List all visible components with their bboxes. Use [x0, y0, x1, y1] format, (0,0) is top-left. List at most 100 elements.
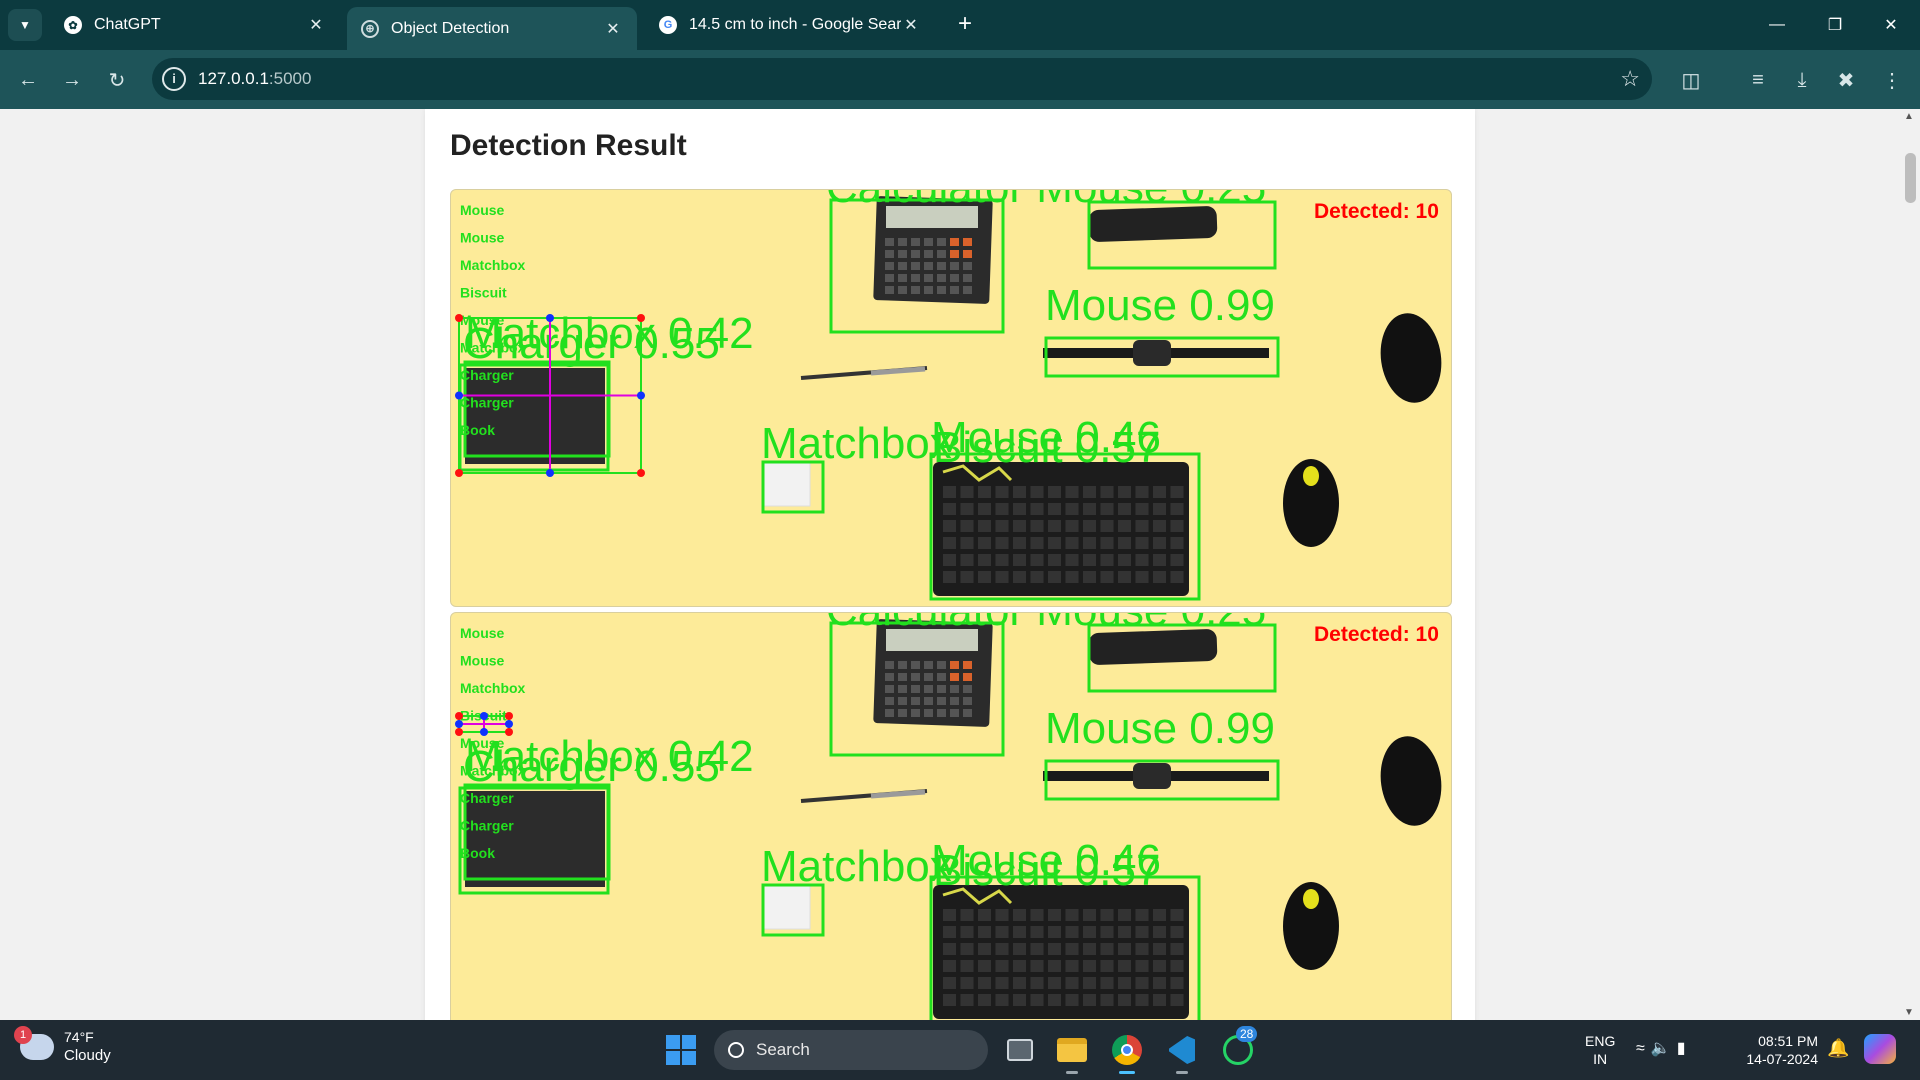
url-text[interactable]: 127.0.0.1:5000 [198, 69, 311, 89]
bookmark-star-icon[interactable]: ☆ [1620, 66, 1640, 92]
calculator-key [950, 250, 959, 258]
keyboard-key [978, 503, 991, 515]
keyboard-key [995, 909, 1009, 921]
profile-button[interactable]: ✖ [1830, 64, 1862, 96]
weather-widget[interactable]: 1 74°F Cloudy [14, 1026, 111, 1066]
whatsapp-button[interactable]: 28 [1218, 1026, 1258, 1070]
system-tray[interactable]: ≈🔈▮ [1636, 1038, 1692, 1058]
keyboard-key [1013, 909, 1026, 921]
keyboard-key [1135, 926, 1149, 938]
calculator-key [937, 262, 946, 270]
task-view-icon [1007, 1039, 1033, 1061]
start-button[interactable] [666, 1035, 696, 1065]
calculator-key [898, 286, 907, 294]
calculator-key [963, 709, 972, 717]
weather-condition: Cloudy [64, 1047, 111, 1064]
calculator-key [950, 274, 959, 282]
keyboard-key [1170, 571, 1184, 583]
keyboard-key [978, 960, 991, 972]
volume-icon[interactable]: 🔈 [1651, 1040, 1677, 1057]
resize-handle [637, 469, 645, 477]
minimize-button[interactable]: — [1748, 0, 1806, 50]
resize-handle [546, 469, 554, 477]
keyboard-key [1170, 943, 1184, 955]
calculator-key [924, 286, 933, 294]
resize-handle [455, 728, 463, 736]
tab-object-detection[interactable]: ⊕ Object Detection ✕ [347, 7, 637, 50]
keyboard-key [1065, 503, 1079, 515]
file-explorer-button[interactable] [1052, 1030, 1092, 1074]
keyboard-key [1065, 977, 1079, 989]
reload-button[interactable]: ↻ [101, 64, 133, 96]
class-list-item: Matchbox [460, 340, 526, 356]
media-controls-button[interactable]: ≡ [1742, 64, 1774, 96]
wifi-icon[interactable]: ≈ [1636, 1040, 1651, 1057]
tab-search-button[interactable]: ▼ [8, 9, 42, 41]
close-icon[interactable]: ✕ [603, 19, 623, 39]
keyboard-key [978, 926, 991, 938]
task-view-button[interactable] [1000, 1030, 1040, 1070]
tab-google-search[interactable]: G 14.5 cm to inch - Google Search ✕ [645, 8, 935, 42]
calculator-key [924, 709, 933, 717]
keyboard-key [1083, 909, 1096, 921]
keyboard-key [1030, 909, 1044, 921]
keyboard-key [1030, 520, 1044, 532]
site-info-icon[interactable]: i [162, 67, 186, 91]
page-scrollbar[interactable]: ▲ ▼ [1900, 109, 1920, 1020]
tab-title: Object Detection [391, 19, 510, 37]
calculator-key [885, 286, 894, 294]
mouse-object [1380, 313, 1442, 403]
keyboard-key [1083, 943, 1096, 955]
extensions-button[interactable]: ◫ [1675, 64, 1707, 96]
downloads-button[interactable]: ⤓ [1786, 64, 1818, 96]
keyboard-key [1100, 571, 1114, 583]
scroll-up-icon[interactable]: ▲ [1904, 111, 1914, 122]
battery-icon[interactable]: ▮ [1677, 1040, 1692, 1057]
back-button[interactable]: ← [12, 64, 44, 96]
copilot-icon[interactable] [1864, 1034, 1896, 1064]
vscode-button[interactable] [1162, 1030, 1202, 1074]
forward-button[interactable]: → [56, 64, 88, 96]
close-icon[interactable]: ✕ [901, 15, 921, 35]
calculator-key [963, 661, 972, 669]
close-icon[interactable]: ✕ [306, 15, 326, 35]
url-port: :5000 [268, 69, 312, 88]
keyboard-key [1170, 926, 1184, 938]
keyboard-key [995, 960, 1009, 972]
region-code: IN [1593, 1051, 1608, 1067]
keyboard-key [1118, 503, 1131, 515]
tab-chatgpt[interactable]: ✿ ChatGPT ✕ [50, 8, 340, 42]
keyboard-key [995, 503, 1009, 515]
cloud-icon: 1 [14, 1026, 54, 1060]
keyboard-key [1135, 994, 1149, 1006]
chrome-button[interactable] [1107, 1030, 1147, 1074]
input-language[interactable]: ENG IN [1585, 1032, 1615, 1068]
address-bar[interactable]: i 127.0.0.1:5000 ☆ [152, 58, 1652, 100]
restore-button[interactable]: ❐ [1806, 0, 1864, 50]
keyboard-key [943, 943, 956, 955]
keyboard-key [1013, 503, 1026, 515]
class-list-item: Mouse [460, 202, 505, 218]
close-window-button[interactable]: ✕ [1862, 0, 1920, 50]
calculator-key [885, 274, 894, 282]
calculator-key [924, 685, 933, 693]
class-list-item: Matchbox [460, 763, 526, 779]
new-tab-button[interactable]: + [950, 10, 980, 40]
resize-handle [637, 391, 645, 400]
keyboard-key [1065, 571, 1079, 583]
scroll-down-icon[interactable]: ▼ [1904, 1007, 1914, 1018]
calculator-key [885, 238, 894, 246]
class-list-item: Biscuit [460, 285, 507, 301]
page-title: Detection Result [450, 129, 687, 162]
keyboard-key [943, 977, 956, 989]
taskbar-search[interactable]: Search [714, 1030, 988, 1070]
clock[interactable]: 08:51 PM 14-07-2024 [1738, 1032, 1818, 1068]
notifications-bell-icon[interactable]: 🔔 [1827, 1038, 1849, 1059]
keyboard-key [1013, 926, 1026, 938]
calculator-key [924, 238, 933, 246]
clock-date: 14-07-2024 [1746, 1051, 1818, 1067]
scroll-thumb[interactable] [1905, 153, 1916, 203]
chatgpt-icon: ✿ [64, 16, 82, 34]
keyboard-key [1118, 909, 1131, 921]
menu-button[interactable]: ⋮ [1876, 64, 1908, 96]
